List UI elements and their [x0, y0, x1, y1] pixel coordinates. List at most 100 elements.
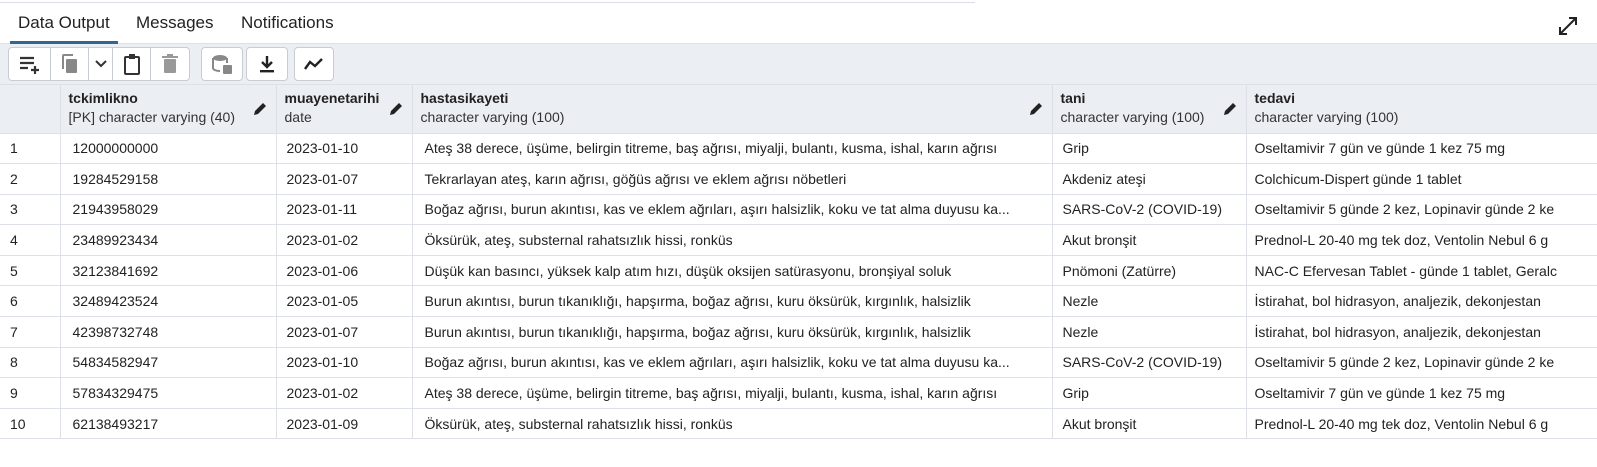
add-row-button[interactable] — [9, 48, 51, 80]
cell-tckimlikno[interactable]: 32123841692 — [60, 255, 277, 287]
table-row[interactable]: 1 12000000000 2023-01-10 Ateş 38 derece,… — [0, 133, 1597, 165]
cell-tani[interactable]: Nezle — [1052, 316, 1247, 348]
row-number[interactable]: 6 — [0, 285, 61, 318]
expand-icon[interactable] — [1557, 15, 1579, 37]
column-header-muayenetarihi[interactable]: muayenetarihi date — [276, 85, 413, 134]
row-number[interactable]: 1 — [0, 133, 61, 165]
cell-muayenetarihi[interactable]: 2023-01-05 — [276, 285, 413, 318]
copy-options-dropdown[interactable] — [89, 48, 113, 80]
graph-group — [294, 47, 334, 81]
cell-tani[interactable]: Nezle — [1052, 285, 1247, 318]
pencil-icon[interactable] — [252, 101, 268, 117]
row-number[interactable]: 5 — [0, 255, 61, 287]
cell-tckimlikno[interactable]: 21943958029 — [60, 194, 277, 226]
cell-tedavi[interactable]: Oseltamivir 5 günde 2 kez, Lopinavir gün… — [1246, 194, 1597, 226]
table-row[interactable]: 5 32123841692 2023-01-06 Düşük kan basın… — [0, 255, 1597, 287]
column-name: tckimlikno — [68, 90, 138, 106]
cell-hastasikayeti[interactable]: Öksürük, ateş, substernal rahatsızlık hi… — [412, 408, 1053, 440]
row-number[interactable]: 4 — [0, 224, 61, 256]
cell-muayenetarihi[interactable]: 2023-01-09 — [276, 408, 413, 440]
row-number[interactable]: 3 — [0, 194, 61, 226]
column-header-tedavi[interactable]: tedavi character varying (100) — [1246, 85, 1597, 134]
cell-muayenetarihi[interactable]: 2023-01-07 — [276, 316, 413, 348]
row-number[interactable]: 7 — [0, 316, 61, 348]
column-name: tedavi — [1254, 90, 1295, 106]
cell-muayenetarihi[interactable]: 2023-01-02 — [276, 224, 413, 256]
tab-messages[interactable]: Messages — [128, 5, 221, 44]
save-data-button[interactable] — [202, 48, 242, 80]
copy-button[interactable] — [51, 48, 89, 80]
cell-muayenetarihi[interactable]: 2023-01-07 — [276, 163, 413, 195]
pencil-icon[interactable] — [1028, 101, 1044, 117]
paste-button[interactable] — [113, 48, 151, 80]
download-icon — [257, 54, 277, 74]
cell-muayenetarihi[interactable]: 2023-01-10 — [276, 133, 413, 165]
cell-tani[interactable]: SARS-CoV-2 (COVID-19) — [1052, 194, 1247, 226]
paste-icon — [122, 53, 142, 75]
cell-tckimlikno[interactable]: 62138493217 — [60, 408, 277, 440]
delete-button[interactable] — [151, 48, 189, 80]
cell-tani[interactable]: Akut bronşit — [1052, 408, 1247, 440]
cell-tckimlikno[interactable]: 12000000000 — [60, 133, 277, 165]
cell-tckimlikno[interactable]: 19284529158 — [60, 163, 277, 195]
pencil-icon[interactable] — [1222, 101, 1238, 117]
table-row[interactable]: 2 19284529158 2023-01-07 Tekrarlayan ate… — [0, 163, 1597, 195]
table-row[interactable]: 3 21943958029 2023-01-11 Boğaz ağrısı, b… — [0, 194, 1597, 226]
tab-data-output[interactable]: Data Output — [10, 5, 118, 44]
table-row[interactable]: 8 54834582947 2023-01-10 Boğaz ağrısı, b… — [0, 347, 1597, 379]
cell-tedavi[interactable]: Prednol-L 20-40 mg tek doz, Ventolin Neb… — [1246, 408, 1597, 440]
cell-hastasikayeti[interactable]: Öksürük, ateş, substernal rahatsızlık hi… — [412, 224, 1053, 256]
header-row: tckimlikno [PK] character varying (40) m… — [0, 85, 1597, 134]
cell-tedavi[interactable]: İstirahat, bol hidrasyon, analjezik, dek… — [1246, 285, 1597, 318]
cell-tckimlikno[interactable]: 23489923434 — [60, 224, 277, 256]
table-row[interactable]: 7 42398732748 2023-01-07 Burun akıntısı,… — [0, 316, 1597, 348]
cell-hastasikayeti[interactable]: Burun akıntısı, burun tıkanıklığı, hapşı… — [412, 285, 1053, 318]
cell-tani[interactable]: Grip — [1052, 133, 1247, 165]
toolbar — [0, 44, 1597, 85]
cell-tani[interactable]: Grip — [1052, 377, 1247, 409]
download-button[interactable] — [247, 48, 287, 80]
cell-hastasikayeti[interactable]: Boğaz ağrısı, burun akıntısı, kas ve ekl… — [412, 194, 1053, 226]
cell-tedavi[interactable]: Colchicum-Dispert günde 1 tablet — [1246, 163, 1597, 195]
cell-hastasikayeti[interactable]: Ateş 38 derece, üşüme, belirgin titreme,… — [412, 377, 1053, 409]
cell-tckimlikno[interactable]: 32489423524 — [60, 285, 277, 318]
graph-visualiser-button[interactable] — [295, 48, 333, 80]
row-number[interactable]: 2 — [0, 163, 61, 195]
column-header-tckimlikno[interactable]: tckimlikno [PK] character varying (40) — [60, 85, 277, 134]
cell-tedavi[interactable]: İstirahat, bol hidrasyon, analjezik, dek… — [1246, 316, 1597, 348]
tab-notifications[interactable]: Notifications — [233, 5, 342, 44]
row-number[interactable]: 10 — [0, 408, 61, 440]
column-header-hastasikayeti[interactable]: hastasikayeti character varying (100) — [412, 85, 1053, 134]
cell-muayenetarihi[interactable]: 2023-01-06 — [276, 255, 413, 287]
cell-tedavi[interactable]: Prednol-L 20-40 mg tek doz, Ventolin Neb… — [1246, 224, 1597, 256]
table-row[interactable]: 6 32489423524 2023-01-05 Burun akıntısı,… — [0, 285, 1597, 318]
cell-tckimlikno[interactable]: 42398732748 — [60, 316, 277, 348]
cell-tckimlikno[interactable]: 54834582947 — [60, 347, 277, 379]
cell-tedavi[interactable]: NAC-C Efervesan Tablet - günde 1 tablet,… — [1246, 255, 1597, 287]
cell-tani[interactable]: SARS-CoV-2 (COVID-19) — [1052, 347, 1247, 379]
cell-hastasikayeti[interactable]: Ateş 38 derece, üşüme, belirgin titreme,… — [412, 133, 1053, 165]
row-number[interactable]: 8 — [0, 347, 61, 379]
cell-hastasikayeti[interactable]: Boğaz ağrısı, burun akıntısı, kas ve ekl… — [412, 347, 1053, 379]
table-row[interactable]: 4 23489923434 2023-01-02 Öksürük, ateş, … — [0, 224, 1597, 256]
cell-hastasikayeti[interactable]: Burun akıntısı, burun tıkanıklığı, hapşı… — [412, 316, 1053, 348]
row-number[interactable]: 9 — [0, 377, 61, 409]
cell-hastasikayeti[interactable]: Düşük kan basıncı, yüksek kalp atım hızı… — [412, 255, 1053, 287]
cell-tani[interactable]: Pnömoni (Zatürre) — [1052, 255, 1247, 287]
graph-visualiser-icon — [303, 56, 325, 72]
cell-hastasikayeti[interactable]: Tekrarlayan ateş, karın ağrısı, göğüs ağ… — [412, 163, 1053, 195]
cell-muayenetarihi[interactable]: 2023-01-11 — [276, 194, 413, 226]
pencil-icon[interactable] — [388, 101, 404, 117]
cell-tedavi[interactable]: Oseltamivir 5 günde 2 kez, Lopinavir gün… — [1246, 347, 1597, 379]
table-row[interactable]: 10 62138493217 2023-01-09 Öksürük, ateş,… — [0, 408, 1597, 440]
cell-tani[interactable]: Akdeniz ateşi — [1052, 163, 1247, 195]
cell-tedavi[interactable]: Oseltamivir 7 gün ve günde 1 kez 75 mg — [1246, 377, 1597, 409]
table-row[interactable]: 9 57834329475 2023-01-02 Ateş 38 derece,… — [0, 377, 1597, 409]
cell-muayenetarihi[interactable]: 2023-01-10 — [276, 347, 413, 379]
cell-tckimlikno[interactable]: 57834329475 — [60, 377, 277, 409]
chevron-down-icon — [94, 59, 108, 69]
cell-muayenetarihi[interactable]: 2023-01-02 — [276, 377, 413, 409]
cell-tani[interactable]: Akut bronşit — [1052, 224, 1247, 256]
cell-tedavi[interactable]: Oseltamivir 7 gün ve günde 1 kez 75 mg — [1246, 133, 1597, 165]
column-header-tani[interactable]: tani character varying (100) — [1052, 85, 1247, 134]
